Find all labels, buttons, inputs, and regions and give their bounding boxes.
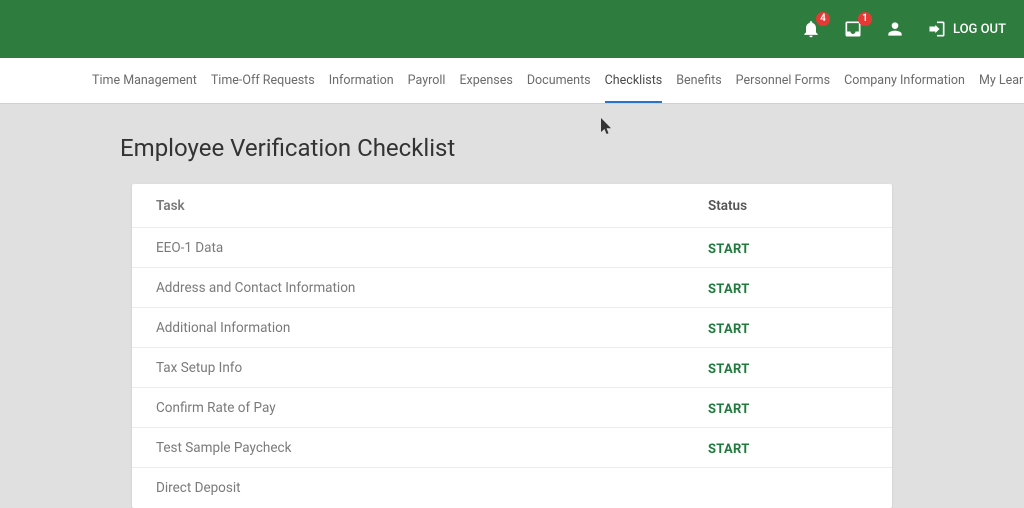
checklist-card: Task Status EEO-1 DataSTARTAddress and C… <box>132 184 892 508</box>
table-row: Confirm Rate of PaySTART <box>132 388 892 428</box>
status-cell: START <box>708 318 868 337</box>
table-row: Direct Deposit <box>132 468 892 508</box>
status-cell: START <box>708 238 868 257</box>
nav-item-expenses[interactable]: Expenses <box>459 59 512 102</box>
start-button[interactable]: START <box>708 282 750 297</box>
table-row: Address and Contact InformationSTART <box>132 268 892 308</box>
nav-item-time-management[interactable]: Time Management <box>92 59 197 102</box>
status-cell: START <box>708 278 868 297</box>
person-icon <box>885 19 905 39</box>
table-row: Additional InformationSTART <box>132 308 892 348</box>
nav-item-benefits[interactable]: Benefits <box>676 59 721 102</box>
logout-button[interactable]: LOG OUT <box>927 19 1006 39</box>
nav-item-company-information[interactable]: Company Information <box>844 59 965 102</box>
task-label: Address and Contact Information <box>156 280 708 296</box>
page-content: Employee Verification Checklist Task Sta… <box>0 104 1024 508</box>
table-header: Task Status <box>132 184 892 228</box>
nav-item-payroll[interactable]: Payroll <box>408 59 446 102</box>
start-button[interactable]: START <box>708 362 750 377</box>
status-cell: START <box>708 358 868 377</box>
task-label: Direct Deposit <box>156 480 708 496</box>
start-button[interactable]: START <box>708 402 750 417</box>
profile-button[interactable] <box>885 19 905 39</box>
start-button[interactable]: START <box>708 442 750 457</box>
nav-item-personnel-forms[interactable]: Personnel Forms <box>736 59 830 102</box>
top-bar: 4 1 LOG OUT <box>0 0 1024 58</box>
notifications-button[interactable]: 4 <box>801 19 821 39</box>
inbox-button[interactable]: 1 <box>843 19 863 39</box>
inbox-badge: 1 <box>858 12 872 26</box>
nav-bar: Time Management Time-Off Requests Informat… <box>0 58 1024 104</box>
column-task: Task <box>156 198 708 214</box>
logout-label: LOG OUT <box>953 22 1006 37</box>
nav-item-my-learning[interactable]: My Learning <box>979 59 1024 102</box>
nav-item-information[interactable]: Information <box>329 59 394 102</box>
logout-icon <box>927 19 947 39</box>
table-row: Tax Setup InfoSTART <box>132 348 892 388</box>
table-row: EEO-1 DataSTART <box>132 228 892 268</box>
nav-item-checklists[interactable]: Checklists <box>605 59 663 102</box>
column-status: Status <box>708 198 868 214</box>
nav-item-documents[interactable]: Documents <box>527 59 591 102</box>
task-label: Tax Setup Info <box>156 360 708 376</box>
page-title: Employee Verification Checklist <box>120 134 1024 162</box>
task-label: Confirm Rate of Pay <box>156 400 708 416</box>
task-label: Additional Information <box>156 320 708 336</box>
nav-item-time-off-requests[interactable]: Time-Off Requests <box>211 59 315 102</box>
notifications-badge: 4 <box>816 12 830 26</box>
table-row: Test Sample PaycheckSTART <box>132 428 892 468</box>
status-cell: START <box>708 438 868 457</box>
status-cell: START <box>708 398 868 417</box>
start-button[interactable]: START <box>708 242 750 257</box>
start-button[interactable]: START <box>708 322 750 337</box>
task-label: EEO-1 Data <box>156 240 708 256</box>
task-label: Test Sample Paycheck <box>156 440 708 456</box>
